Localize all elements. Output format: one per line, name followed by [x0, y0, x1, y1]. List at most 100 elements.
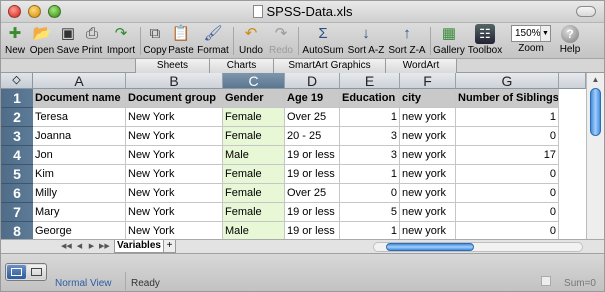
table-cell[interactable]: new york [400, 203, 456, 222]
row-header-1[interactable]: 1 [1, 89, 33, 108]
table-cell[interactable]: new york [400, 127, 456, 146]
table-cell[interactable]: 0 [456, 127, 559, 146]
column-header-b[interactable]: B [126, 73, 223, 89]
sort-za-button[interactable]: ↑ Sort Z-A [387, 24, 427, 58]
tab-wordart[interactable]: WordArt [385, 59, 457, 73]
header-cell[interactable]: Education [340, 89, 400, 108]
table-cell[interactable]: 19 or less [285, 222, 340, 239]
prev-sheet-icon[interactable]: ◀ [75, 241, 84, 252]
undo-button[interactable]: ↶ Undo [236, 24, 266, 58]
paste-button[interactable]: 📋 Paste [168, 24, 194, 58]
add-sheet-button[interactable]: + [164, 240, 176, 253]
save-button[interactable]: ▣ Save [56, 24, 80, 58]
table-cell[interactable]: 20 - 25 [285, 127, 340, 146]
toolbox-button[interactable]: ☷ Toolbox [467, 24, 503, 58]
table-cell[interactable]: 5 [340, 203, 400, 222]
row-header-2[interactable]: 2 [1, 108, 33, 127]
horizontal-scrollbar[interactable] [373, 242, 583, 252]
scroll-up-icon[interactable]: ▲ [589, 74, 602, 85]
import-button[interactable]: ↷ Import [105, 24, 137, 58]
table-cell[interactable]: Milly [33, 184, 126, 203]
table-cell[interactable]: 1 [340, 108, 400, 127]
select-all-icon[interactable]: ◇ [1, 73, 33, 89]
table-cell[interactable]: 19 or less [285, 165, 340, 184]
row-header-4[interactable]: 4 [1, 146, 33, 165]
tab-sheets[interactable]: Sheets [135, 59, 209, 73]
table-cell[interactable]: 3 [340, 127, 400, 146]
column-header-g[interactable]: G [456, 73, 559, 89]
column-header-d[interactable]: D [285, 73, 340, 89]
tab-smartart-graphics[interactable]: SmartArt Graphics [273, 59, 385, 73]
header-cell[interactable]: Gender [223, 89, 285, 108]
table-cell[interactable]: Joanna [33, 127, 126, 146]
table-cell[interactable]: Mary [33, 203, 126, 222]
table-cell[interactable]: Male [223, 146, 285, 165]
copy-button[interactable]: ⧉ Copy [143, 24, 167, 58]
toolbar-toggle-button[interactable] [576, 6, 596, 17]
new-button[interactable]: ✚ New [3, 24, 27, 58]
format-button[interactable]: 🖌 Format [196, 24, 230, 58]
table-cell[interactable]: Female [223, 108, 285, 127]
tab-charts[interactable]: Charts [209, 59, 273, 73]
last-sheet-icon[interactable]: ▶▶ [99, 241, 110, 252]
column-header-c[interactable]: C [223, 73, 285, 89]
zoom-control[interactable]: 150% ▼ Zoom [507, 24, 555, 58]
table-cell[interactable]: 19 or less [285, 203, 340, 222]
table-cell[interactable]: Over 25 [285, 184, 340, 203]
table-cell[interactable]: New York [126, 108, 223, 127]
table-cell[interactable]: Female [223, 165, 285, 184]
autosum-button[interactable]: Σ AutoSum [301, 24, 345, 58]
sort-az-button[interactable]: ↓ Sort A-Z [346, 24, 386, 58]
table-cell[interactable]: 19 or less [285, 146, 340, 165]
row-header-8[interactable]: 8 [1, 222, 33, 239]
print-button[interactable]: ⎙ Print [80, 24, 104, 58]
page-layout-view-button[interactable] [27, 265, 46, 279]
table-cell[interactable]: 0 [456, 165, 559, 184]
horizontal-scroll-thumb[interactable] [386, 243, 474, 251]
column-header-f[interactable]: F [400, 73, 456, 89]
table-cell[interactable]: Male [223, 222, 285, 239]
table-cell[interactable]: 17 [456, 146, 559, 165]
table-cell[interactable]: 3 [340, 146, 400, 165]
column-header-a[interactable]: A [33, 73, 126, 89]
table-cell[interactable]: Jon [33, 146, 126, 165]
table-cell[interactable]: New York [126, 184, 223, 203]
header-cell[interactable]: Age 19 [285, 89, 340, 108]
header-cell[interactable]: Document group [126, 89, 223, 108]
vertical-scrollbar[interactable]: ▲ [586, 73, 604, 239]
first-sheet-icon[interactable]: ◀◀ [61, 241, 72, 252]
header-cell[interactable]: Number of Siblings [456, 89, 559, 108]
table-cell[interactable]: new york [400, 108, 456, 127]
table-cell[interactable]: Female [223, 203, 285, 222]
next-sheet-icon[interactable]: ▶ [87, 241, 96, 252]
table-cell[interactable]: 1 [340, 165, 400, 184]
column-header-e[interactable]: E [340, 73, 400, 89]
redo-button[interactable]: ↷ Redo [267, 24, 295, 58]
row-header-3[interactable]: 3 [1, 127, 33, 146]
zoom-select[interactable]: 150% ▼ [511, 25, 551, 42]
table-cell[interactable]: Teresa [33, 108, 126, 127]
table-cell[interactable]: Over 25 [285, 108, 340, 127]
header-cell[interactable]: Document name [33, 89, 126, 108]
table-cell[interactable]: new york [400, 222, 456, 239]
table-cell[interactable]: Female [223, 127, 285, 146]
row-header-7[interactable]: 7 [1, 203, 33, 222]
table-cell[interactable]: Female [223, 184, 285, 203]
gallery-button[interactable]: ▦ Gallery [433, 24, 465, 58]
table-cell[interactable]: new york [400, 184, 456, 203]
row-header-6[interactable]: 6 [1, 184, 33, 203]
sheet-tab-variables[interactable]: Variables [114, 240, 164, 253]
table-cell[interactable]: George [33, 222, 126, 239]
table-cell[interactable]: 0 [340, 184, 400, 203]
table-cell[interactable]: 0 [456, 184, 559, 203]
help-button[interactable]: ? Help [557, 24, 583, 58]
table-cell[interactable]: new york [400, 165, 456, 184]
table-cell[interactable]: New York [126, 146, 223, 165]
table-cell[interactable]: New York [126, 203, 223, 222]
open-button[interactable]: 📂 Open [29, 24, 55, 58]
row-header-5[interactable]: 5 [1, 165, 33, 184]
table-cell[interactable]: new york [400, 146, 456, 165]
table-cell[interactable]: 0 [456, 222, 559, 239]
table-cell[interactable]: Kim [33, 165, 126, 184]
table-cell[interactable]: New York [126, 165, 223, 184]
